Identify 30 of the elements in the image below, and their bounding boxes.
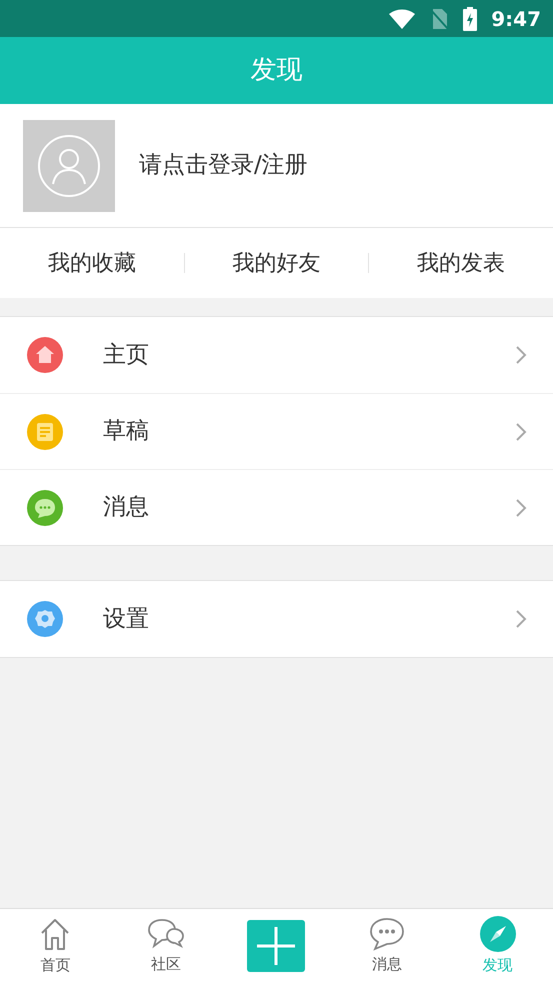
menu-item[interactable]: 设置 xyxy=(0,581,553,657)
nav-tab[interactable]: 社区 xyxy=(110,909,222,983)
compass-icon xyxy=(480,916,516,952)
draft-icon xyxy=(27,414,63,450)
login-row[interactable]: 请点击登录/注册 xyxy=(0,104,553,228)
menu-item[interactable]: 草稿 xyxy=(0,393,553,469)
home-icon xyxy=(27,337,63,373)
nav-tab[interactable]: 首页 xyxy=(0,909,111,983)
plus-icon xyxy=(257,927,296,965)
add-button[interactable] xyxy=(247,920,306,972)
chevron-right-icon xyxy=(515,345,527,365)
nav-tab[interactable]: 消息 xyxy=(332,909,442,983)
message-icon xyxy=(27,490,63,526)
chevron-right-icon xyxy=(515,422,527,442)
quick-link[interactable]: 我的好友 xyxy=(184,228,368,298)
login-prompt: 请点击登录/注册 xyxy=(139,151,308,180)
battery-charging-icon xyxy=(463,6,478,30)
page-title: 发现 xyxy=(250,54,302,87)
menu-item[interactable]: 主页 xyxy=(0,317,553,393)
wifi-icon xyxy=(389,8,416,28)
chat-bubbles-icon xyxy=(146,916,185,951)
quick-link[interactable]: 我的发表 xyxy=(369,228,553,298)
chevron-right-icon xyxy=(515,498,527,518)
quick-link[interactable]: 我的收藏 xyxy=(0,228,184,298)
status-time: 9:47 xyxy=(491,6,541,32)
user-icon xyxy=(37,134,101,198)
settings-icon xyxy=(27,601,63,637)
menu-item[interactable]: 消息 xyxy=(0,469,553,545)
chevron-right-icon xyxy=(515,609,527,629)
chat-bubble-icon xyxy=(369,916,406,951)
